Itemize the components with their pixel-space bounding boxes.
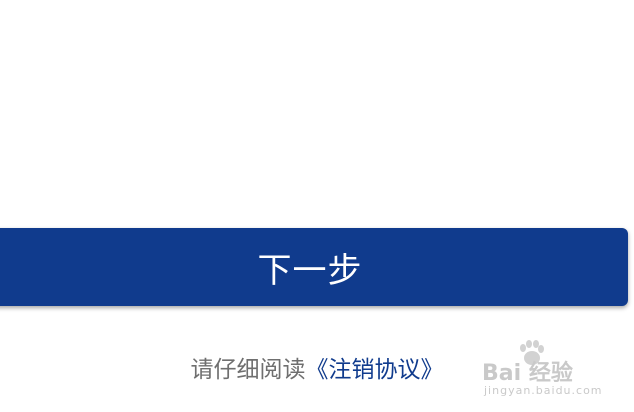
next-step-button[interactable]: 下一步 (0, 228, 628, 306)
cancellation-agreement-link[interactable]: 《注销协议》 (306, 350, 444, 384)
watermark-logo-text: Bai 经验 (482, 361, 573, 386)
watermark-url-text: jingyan.baidu.com (484, 384, 603, 397)
baidu-jingyan-watermark: Bai 经验 jingyan.baidu.com (482, 340, 603, 402)
agreement-prefix-text: 请仔细阅读 (190, 357, 306, 383)
